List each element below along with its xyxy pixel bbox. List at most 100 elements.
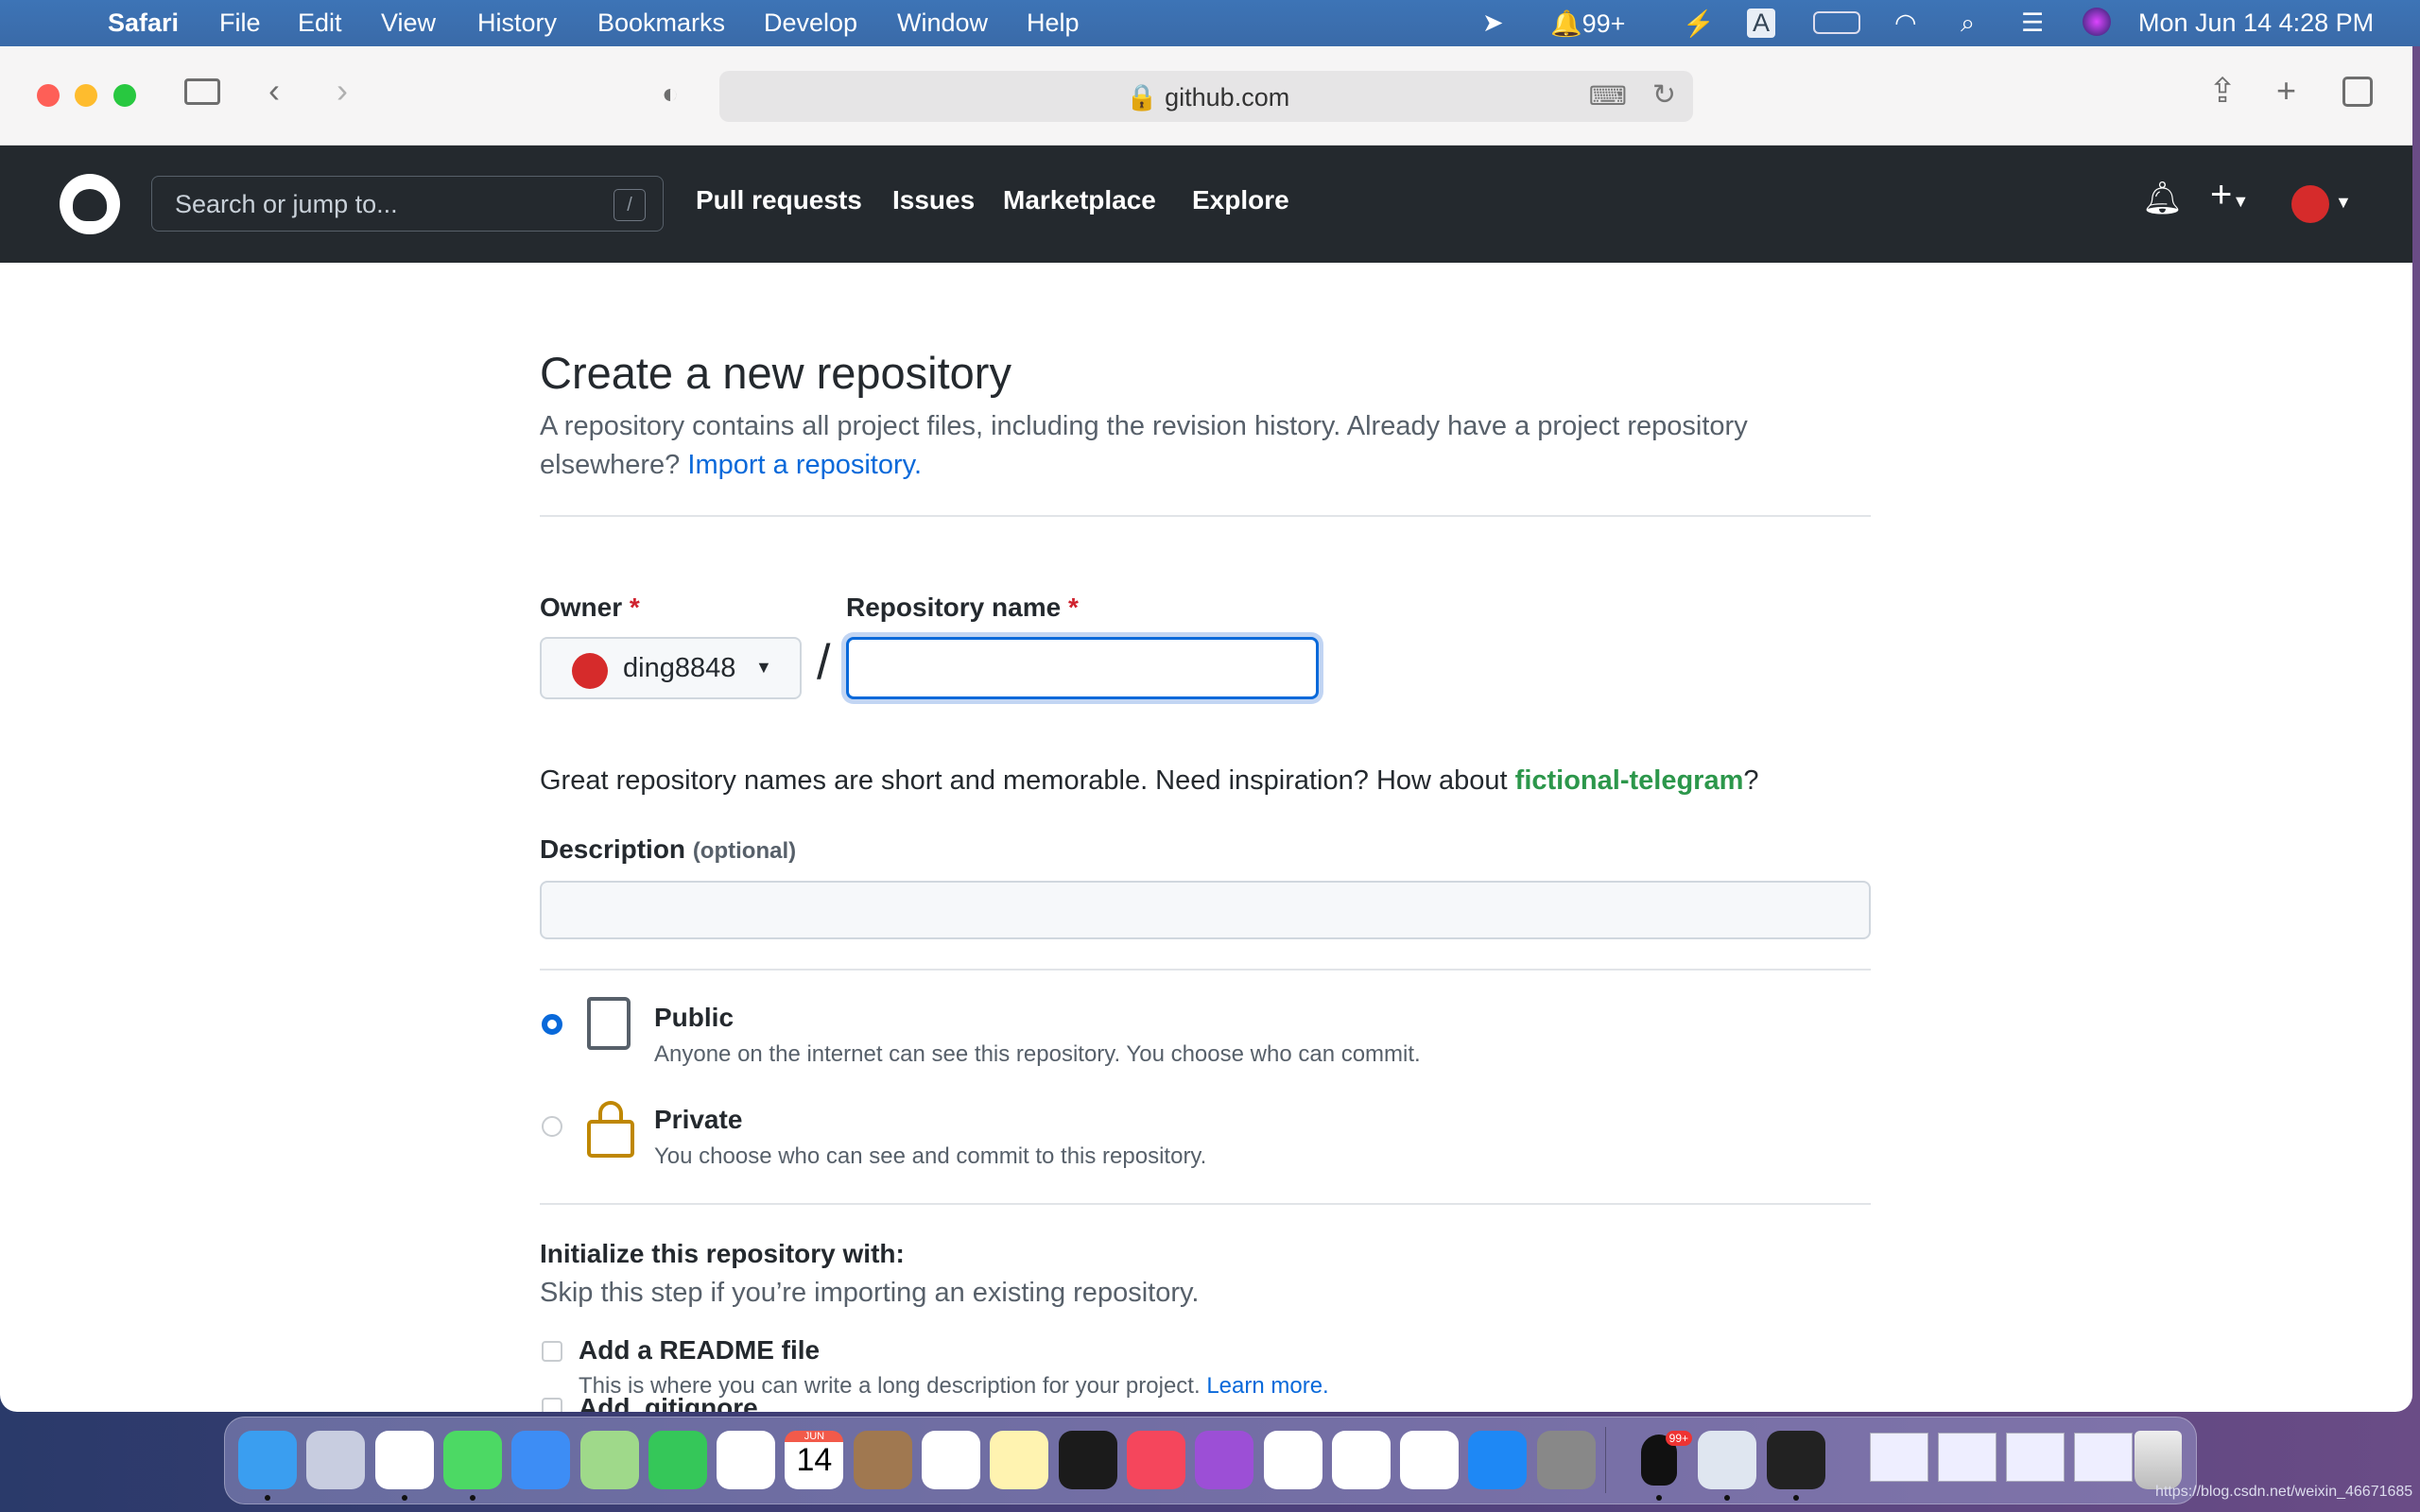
owner-avatar <box>572 653 608 689</box>
running-indicator <box>1656 1495 1662 1501</box>
gitignore-label[interactable]: Add .gitignore <box>579 1393 758 1412</box>
menu-app-name[interactable]: Safari <box>108 9 179 38</box>
repository-name-input[interactable] <box>846 637 1319 699</box>
app-store-dock-icon[interactable] <box>1468 1431 1528 1489</box>
notifications-bell-icon[interactable]: 🔔︎ <box>2142 180 2183 217</box>
photos-dock-icon[interactable] <box>717 1431 776 1489</box>
mail-dock-icon[interactable] <box>511 1431 571 1489</box>
user-avatar[interactable] <box>2291 185 2329 223</box>
safari-window: ‹ › ◐ 🔒 github.com ⌨ ↻ ⇪ + Search or jum… <box>0 46 2412 1412</box>
menu-history[interactable]: History <box>477 9 557 38</box>
dock: JUN 14 99+ <box>224 1417 2197 1504</box>
import-repository-link[interactable]: Import a repository. <box>687 450 922 480</box>
menu-view[interactable]: View <box>381 9 436 38</box>
public-radio[interactable] <box>542 1014 562 1035</box>
finder-dock-icon[interactable] <box>238 1431 297 1489</box>
running-indicator <box>1792 1495 1799 1501</box>
nav-pull-requests[interactable]: Pull requests <box>696 185 862 215</box>
init-title: Initialize this repository with: <box>540 1239 905 1268</box>
menu-edit[interactable]: Edit <box>298 9 342 38</box>
minimized-window-thumbnail[interactable] <box>1938 1433 1996 1482</box>
input-source-indicator[interactable]: A <box>1747 9 1776 38</box>
readme-checkbox[interactable] <box>542 1341 562 1362</box>
podcasts-dock-icon[interactable] <box>1195 1431 1254 1489</box>
avatar-dropdown-caret-icon[interactable]: ▼ <box>2335 193 2352 213</box>
chevron-down-icon: ▼ <box>755 658 772 677</box>
tab-overview-icon[interactable] <box>2342 77 2373 107</box>
siri-icon[interactable] <box>2083 8 2111 36</box>
reminders-dock-icon[interactable] <box>922 1431 980 1489</box>
terminal-dock-icon[interactable] <box>1766 1431 1825 1489</box>
sidebar-icon[interactable] <box>184 78 220 105</box>
page-subtitle-2: elsewhere? <box>540 450 681 480</box>
back-icon[interactable]: ‹ <box>268 71 280 111</box>
owner-label: Owner <box>540 593 623 622</box>
menu-develop[interactable]: Develop <box>764 9 857 38</box>
qq-dock-icon[interactable]: 99+ <box>1630 1431 1692 1489</box>
minimized-window-thumbnail[interactable] <box>1870 1433 1928 1482</box>
safari-dock-icon[interactable] <box>374 1431 434 1489</box>
numbers-dock-icon[interactable] <box>1331 1431 1391 1489</box>
preview-dock-icon[interactable] <box>1698 1431 1757 1489</box>
menu-bookmarks[interactable]: Bookmarks <box>597 9 725 38</box>
send-icon[interactable]: ➤ <box>1482 9 1504 38</box>
system-preferences-dock-icon[interactable] <box>1536 1431 1596 1489</box>
menu-window[interactable]: Window <box>897 9 988 38</box>
owner-select[interactable]: ding8848 ▼ <box>540 637 802 699</box>
app-status-icon[interactable]: ⚡ <box>1683 9 1715 39</box>
github-logo-icon[interactable] <box>60 174 120 234</box>
qq-notification-icon[interactable]: 🔔99+ <box>1550 9 1625 39</box>
private-radio[interactable] <box>542 1116 562 1137</box>
search-icon[interactable]: ⌕ <box>1961 9 1975 39</box>
search-input[interactable]: Search or jump to... / <box>151 176 664 232</box>
nav-explore[interactable]: Explore <box>1192 185 1289 215</box>
minimize-window-button[interactable] <box>75 84 97 107</box>
calendar-day: 14 <box>796 1442 833 1478</box>
learn-more-link[interactable]: Learn more. <box>1206 1373 1328 1399</box>
pages-dock-icon[interactable] <box>1400 1431 1460 1489</box>
privacy-shield-icon[interactable]: ◐ <box>662 78 679 111</box>
zoom-window-button[interactable] <box>113 84 136 107</box>
running-indicator <box>401 1495 407 1501</box>
name-suggestion-link[interactable]: fictional-telegram <box>1515 765 1744 796</box>
description-input[interactable] <box>540 881 1871 939</box>
private-label[interactable]: Private <box>654 1105 742 1135</box>
launchpad-dock-icon[interactable] <box>306 1431 366 1489</box>
notes-dock-icon[interactable] <box>990 1431 1049 1489</box>
calendar-dock-icon[interactable]: JUN 14 <box>785 1431 844 1489</box>
control-center-icon[interactable]: ☰ <box>2021 9 2044 38</box>
maps-dock-icon[interactable] <box>579 1431 639 1489</box>
hint-end: ? <box>1743 765 1759 796</box>
contacts-dock-icon[interactable] <box>853 1431 912 1489</box>
new-tab-icon[interactable]: + <box>2276 71 2296 111</box>
wifi-icon[interactable]: ◠ <box>1894 9 1917 38</box>
create-new-dropdown[interactable]: +▼ <box>2210 174 2249 216</box>
trash-dock-icon[interactable] <box>2135 1431 2182 1489</box>
clock[interactable]: Mon Jun 14 4:28 PM <box>2138 9 2374 38</box>
keynote-dock-icon[interactable] <box>1263 1431 1322 1489</box>
nav-marketplace[interactable]: Marketplace <box>1003 185 1156 215</box>
owner-repo-separator: / <box>817 635 831 690</box>
minimized-window-thumbnail[interactable] <box>2074 1433 2133 1482</box>
url-text: github.com <box>1165 83 1290 112</box>
menu-file[interactable]: File <box>219 9 261 38</box>
menu-help[interactable]: Help <box>1027 9 1080 38</box>
messages-dock-icon[interactable] <box>442 1431 502 1489</box>
close-window-button[interactable] <box>37 84 60 107</box>
translate-icon[interactable]: ⌨ <box>1589 80 1627 112</box>
minimized-window-thumbnail[interactable] <box>2006 1433 2065 1482</box>
gitignore-checkbox[interactable] <box>542 1398 562 1412</box>
public-label[interactable]: Public <box>654 1003 734 1033</box>
address-bar[interactable]: 🔒 github.com ⌨ ↻ <box>719 71 1693 122</box>
public-desc: Anyone on the internet can see this repo… <box>654 1041 1421 1067</box>
page-title: Create a new repository <box>540 348 1011 398</box>
reload-icon[interactable]: ↻ <box>1652 78 1676 112</box>
tv-dock-icon[interactable] <box>1058 1431 1117 1489</box>
music-dock-icon[interactable] <box>1126 1431 1185 1489</box>
battery-icon[interactable] <box>1813 11 1860 34</box>
readme-label[interactable]: Add a README file <box>579 1335 820 1366</box>
forward-icon[interactable]: › <box>337 71 348 111</box>
facetime-dock-icon[interactable] <box>648 1431 707 1489</box>
nav-issues[interactable]: Issues <box>892 185 975 215</box>
share-icon[interactable]: ⇪ <box>2208 71 2237 111</box>
